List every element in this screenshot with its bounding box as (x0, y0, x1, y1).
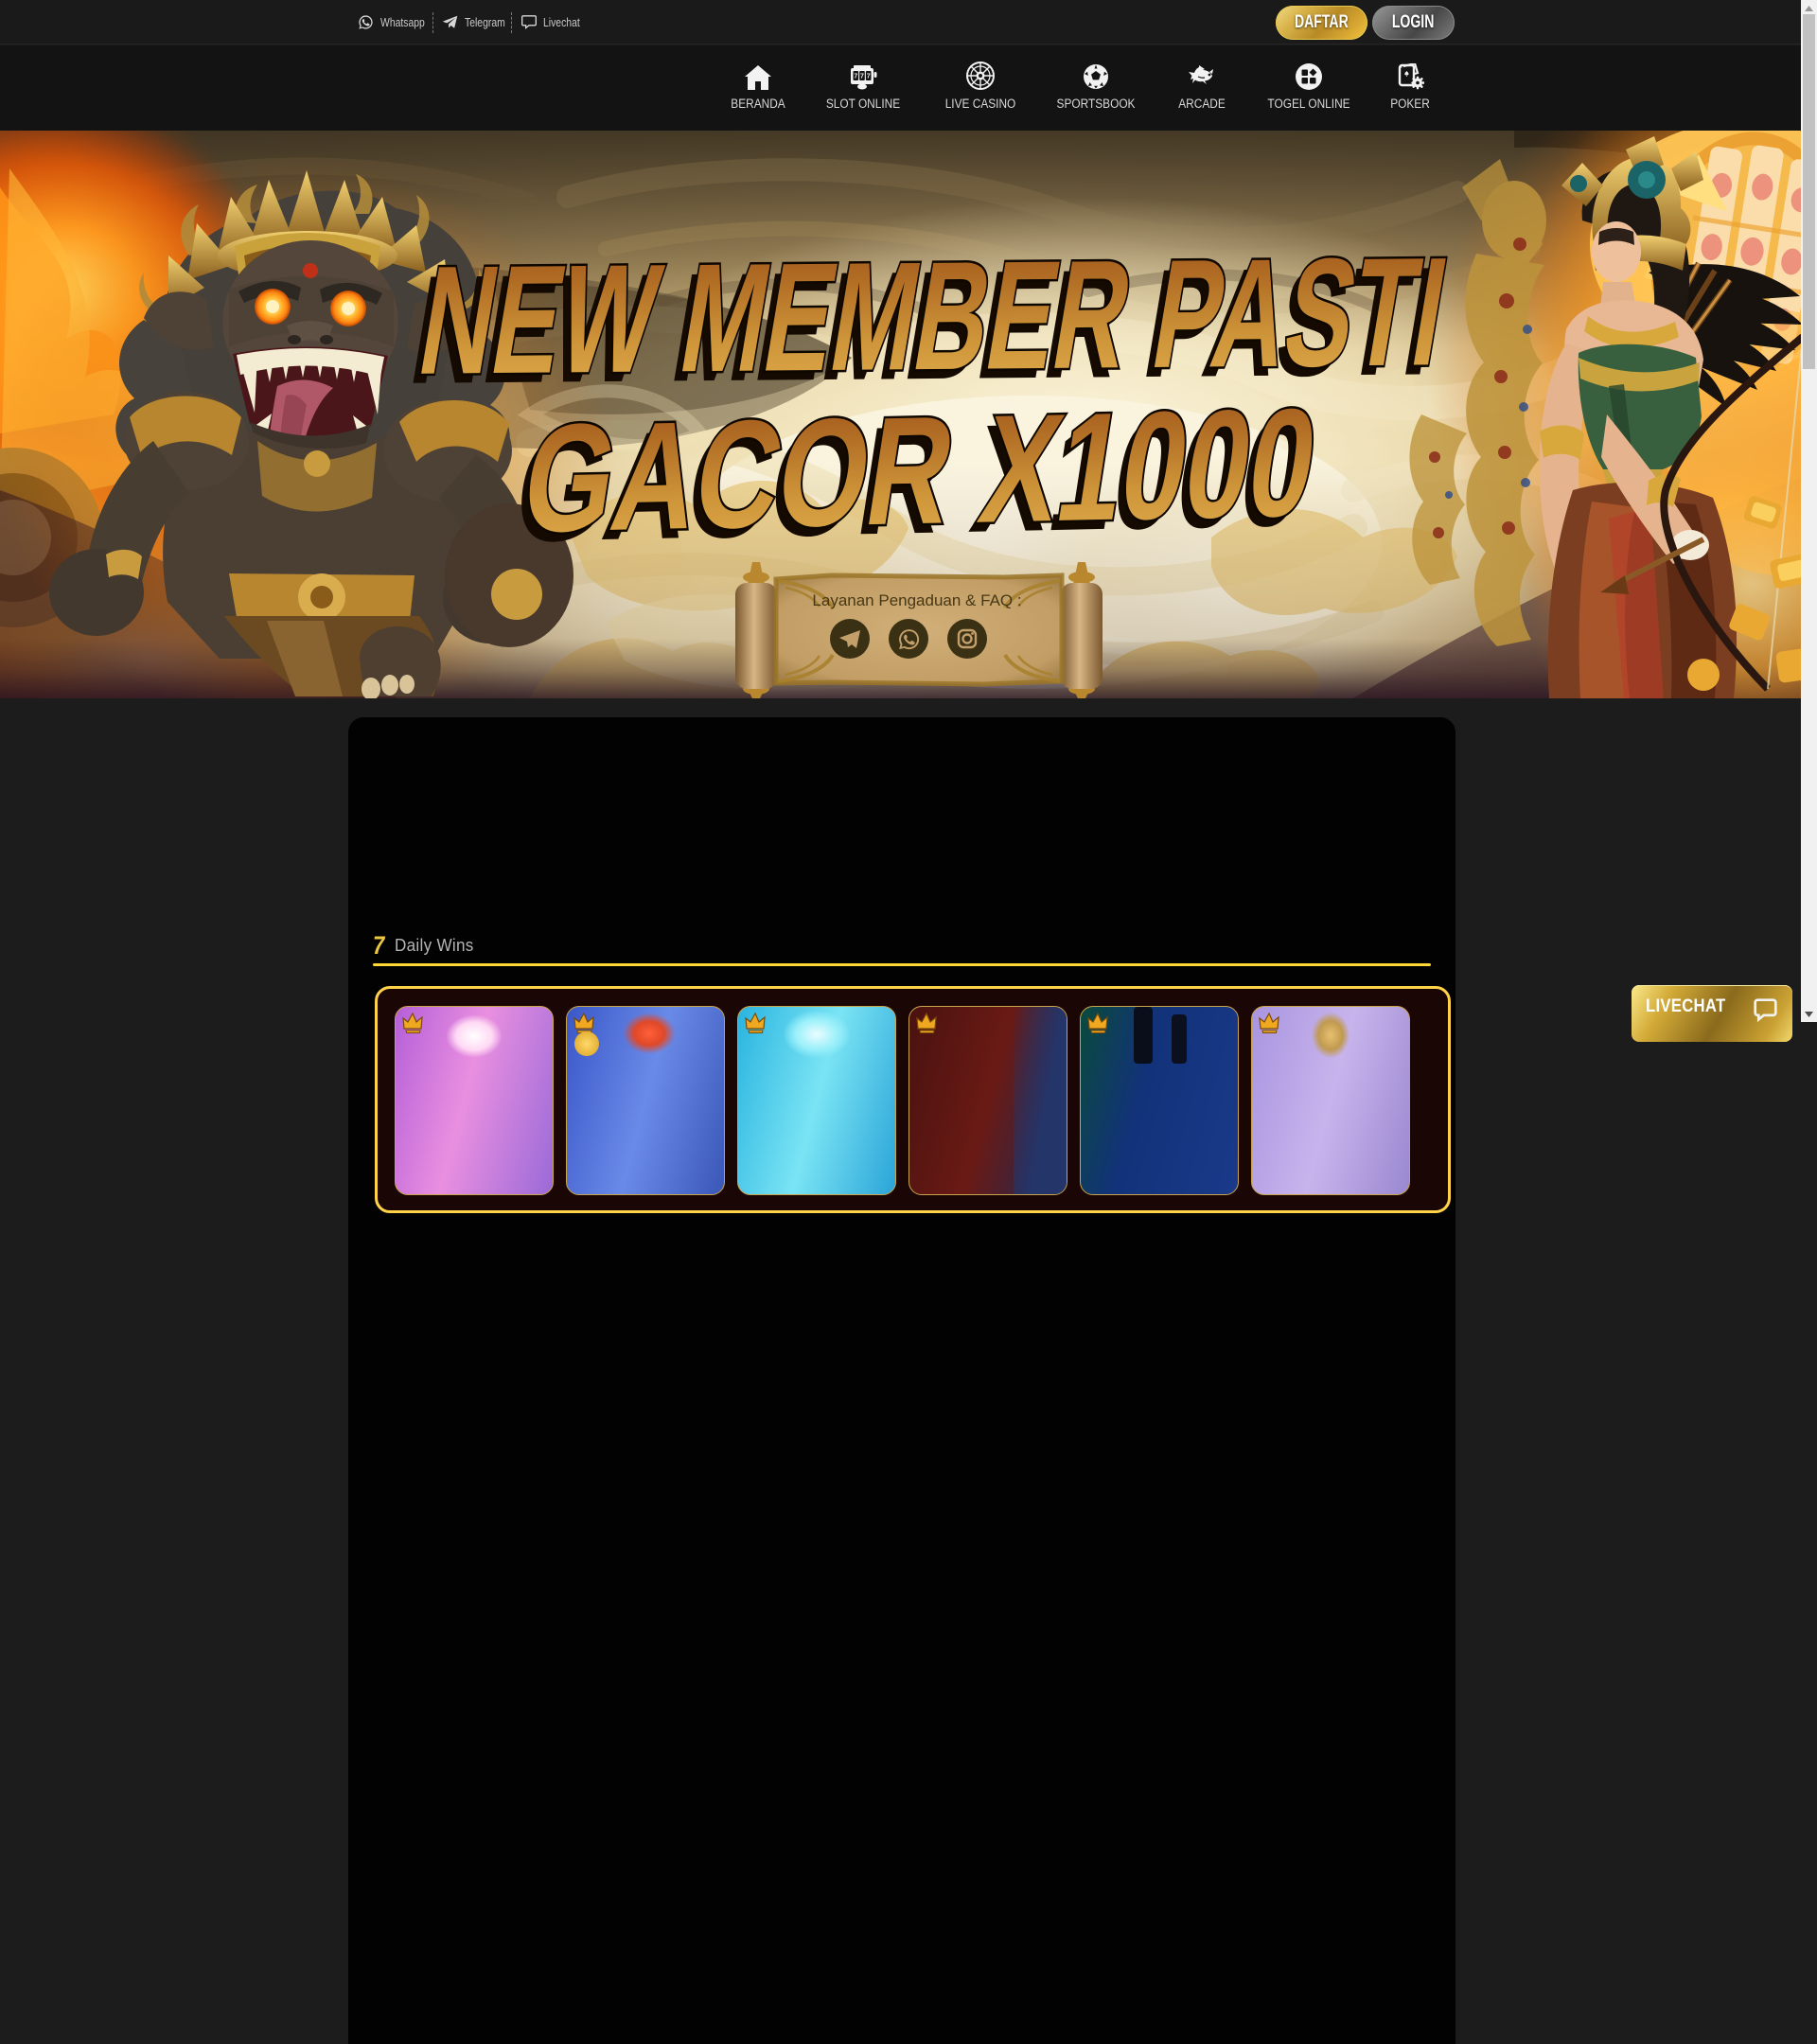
svg-text:GACOR X1000: GACOR X1000 (513, 376, 1328, 565)
svg-text:7: 7 (867, 74, 871, 80)
svg-text:7: 7 (854, 74, 857, 80)
svg-text:7: 7 (860, 74, 864, 80)
svg-text:Layanan Pengaduan & FAQ :: Layanan Pengaduan & FAQ : (812, 591, 1021, 609)
